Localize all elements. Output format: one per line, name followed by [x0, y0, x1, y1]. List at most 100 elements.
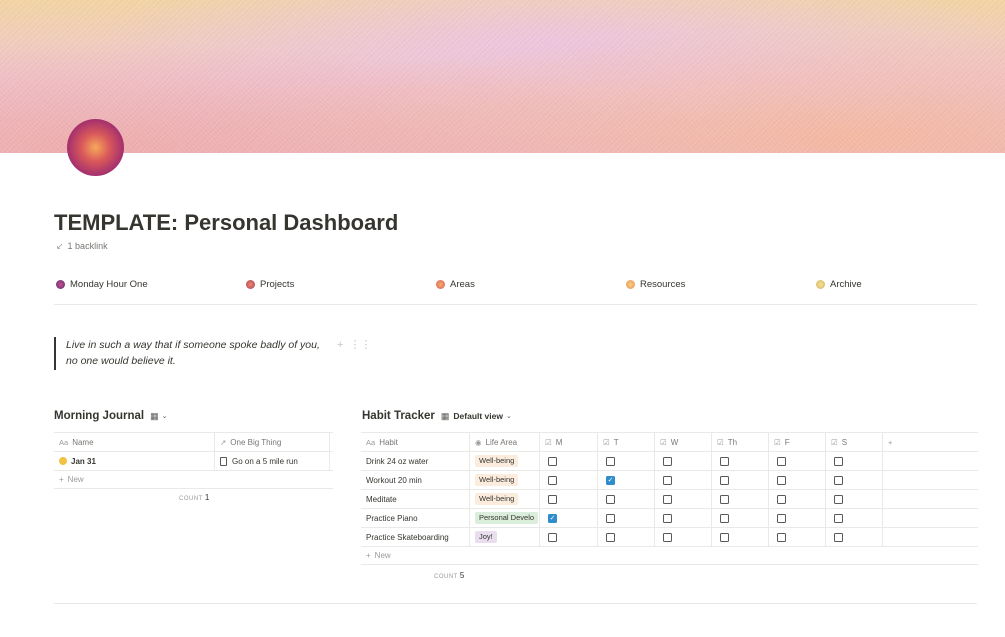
column-header-f[interactable]: ☑ F — [769, 433, 826, 451]
add-block-icon[interactable]: + — [337, 339, 343, 351]
life-area-cell[interactable]: Joy! — [470, 528, 540, 546]
day-check-cell — [826, 528, 883, 546]
table-row[interactable]: Meditate Well-being — [361, 490, 978, 509]
column-header-t[interactable]: ☑ T — [598, 433, 655, 451]
column-header-habit[interactable]: Aa Habit — [361, 433, 470, 451]
checkbox[interactable] — [548, 494, 557, 504]
habit-title[interactable]: Habit Tracker — [362, 410, 435, 422]
life-area-cell[interactable]: Personal Develo — [470, 509, 540, 527]
checkbox[interactable] — [834, 475, 843, 485]
checkbox[interactable] — [834, 532, 843, 542]
checkbox[interactable] — [548, 532, 557, 542]
select-icon: ◉ — [475, 437, 482, 447]
table-row[interactable]: Practice Piano Personal Develo — [361, 509, 978, 528]
nav-link-archive[interactable]: Archive — [816, 277, 862, 291]
day-check-cell — [769, 452, 826, 470]
table-icon[interactable]: ▦ — [150, 411, 159, 422]
checkbox-icon: ☑ — [717, 437, 724, 447]
add-column-button[interactable]: + — [883, 433, 978, 451]
empty-cell — [883, 509, 978, 527]
checkbox[interactable] — [720, 456, 729, 466]
life-area-cell[interactable]: Well-being — [470, 490, 540, 508]
backlink-link[interactable]: ↙ 1 backlink — [56, 241, 108, 252]
day-check-cell — [540, 452, 598, 470]
checkbox[interactable] — [777, 494, 786, 504]
column-header-m[interactable]: ☑ M — [540, 433, 598, 451]
checkbox[interactable] — [777, 532, 786, 542]
checkbox[interactable] — [834, 513, 843, 523]
checkbox[interactable] — [777, 475, 786, 485]
table-row[interactable]: Workout 20 min Well-being — [361, 471, 978, 490]
habit-name-cell[interactable]: Practice Piano — [361, 509, 470, 527]
block-handles[interactable]: + ⋮⋮ — [337, 338, 372, 351]
checkbox[interactable] — [548, 456, 557, 466]
checkbox[interactable] — [834, 494, 843, 504]
checkbox[interactable] — [663, 494, 672, 504]
table-row[interactable]: Practice Skateboarding Joy! — [361, 528, 978, 547]
checkbox[interactable] — [720, 532, 729, 542]
nav-link-areas[interactable]: Areas — [436, 277, 475, 291]
column-header-name[interactable]: Aa Name — [54, 433, 215, 451]
checkbox[interactable] — [777, 456, 786, 466]
life-area-cell[interactable]: Well-being — [470, 452, 540, 470]
day-check-cell — [540, 490, 598, 508]
column-header-one-big-thing[interactable]: ↗ One Big Thing — [215, 433, 330, 451]
habit-name-cell[interactable]: Meditate — [361, 490, 470, 508]
journal-name-cell[interactable]: Jan 31 — [54, 452, 215, 470]
habit-count: COUNT 5 — [434, 571, 465, 580]
new-row-button[interactable]: + New — [54, 471, 333, 489]
page-title[interactable]: TEMPLATE: Personal Dashboard — [54, 210, 398, 236]
chevron-down-icon[interactable]: ⌄ — [162, 412, 168, 420]
checkbox[interactable] — [606, 513, 615, 523]
chevron-down-icon[interactable]: ⌄ — [506, 412, 512, 420]
cover-image — [0, 0, 1005, 153]
table-row[interactable]: Jan 31 Go on a 5 mile run — [54, 452, 333, 471]
backlink-label: 1 backlink — [67, 241, 108, 251]
checkbox[interactable] — [720, 475, 729, 485]
journal-thing-cell[interactable]: Go on a 5 mile run — [215, 452, 330, 470]
drag-handle-icon[interactable]: ⋮⋮ — [350, 339, 372, 351]
habit-name-cell[interactable]: Workout 20 min — [361, 471, 470, 489]
nav-link-projects[interactable]: Projects — [246, 277, 294, 291]
checkbox[interactable] — [720, 494, 729, 504]
day-check-cell — [540, 528, 598, 546]
column-header-s[interactable]: ☑ S — [826, 433, 883, 451]
plus-icon: + — [59, 475, 64, 484]
column-header-w[interactable]: ☑ W — [655, 433, 712, 451]
view-selector[interactable]: Default view — [453, 411, 503, 421]
journal-title[interactable]: Morning Journal — [54, 410, 144, 422]
habit-rows: Drink 24 oz water Well-being Workout 20 mi… — [361, 452, 978, 547]
text-icon: Aa — [366, 437, 376, 447]
checkbox[interactable] — [606, 456, 615, 466]
empty-cell — [883, 452, 978, 470]
checkbox-checked[interactable] — [606, 475, 615, 485]
habit-name-cell[interactable]: Drink 24 oz water — [361, 452, 470, 470]
checkbox[interactable] — [606, 494, 615, 504]
checkbox[interactable] — [606, 532, 615, 542]
checkbox[interactable] — [834, 456, 843, 466]
column-header-th[interactable]: ☑ Th — [712, 433, 769, 451]
page-icon[interactable] — [67, 119, 124, 176]
new-row-button[interactable]: + New — [361, 547, 978, 565]
checkbox[interactable] — [663, 456, 672, 466]
checkbox-icon: ☑ — [545, 437, 552, 447]
habit-name-cell[interactable]: Practice Skateboarding — [361, 528, 470, 546]
day-check-cell — [655, 452, 712, 470]
checkbox[interactable] — [548, 475, 557, 485]
checkbox[interactable] — [720, 513, 729, 523]
nav-link-resources[interactable]: Resources — [626, 277, 685, 291]
life-area-cell[interactable]: Well-being — [470, 471, 540, 489]
checkbox[interactable] — [777, 513, 786, 523]
nav-link-monday-hour-one[interactable]: Monday Hour One — [56, 277, 148, 291]
column-header-life-area[interactable]: ◉ Life Area — [470, 433, 540, 451]
table-row[interactable]: Drink 24 oz water Well-being — [361, 452, 978, 471]
plus-icon: + — [888, 437, 893, 447]
checkbox[interactable] — [663, 532, 672, 542]
checkbox[interactable] — [663, 475, 672, 485]
nav-label: Archive — [830, 278, 862, 290]
text-icon: Aa — [59, 437, 69, 447]
checkbox[interactable] — [663, 513, 672, 523]
nav-label: Areas — [450, 278, 475, 290]
quote-block[interactable]: Live in such a way that if someone spoke… — [54, 337, 334, 370]
checkbox-checked[interactable] — [548, 513, 557, 523]
